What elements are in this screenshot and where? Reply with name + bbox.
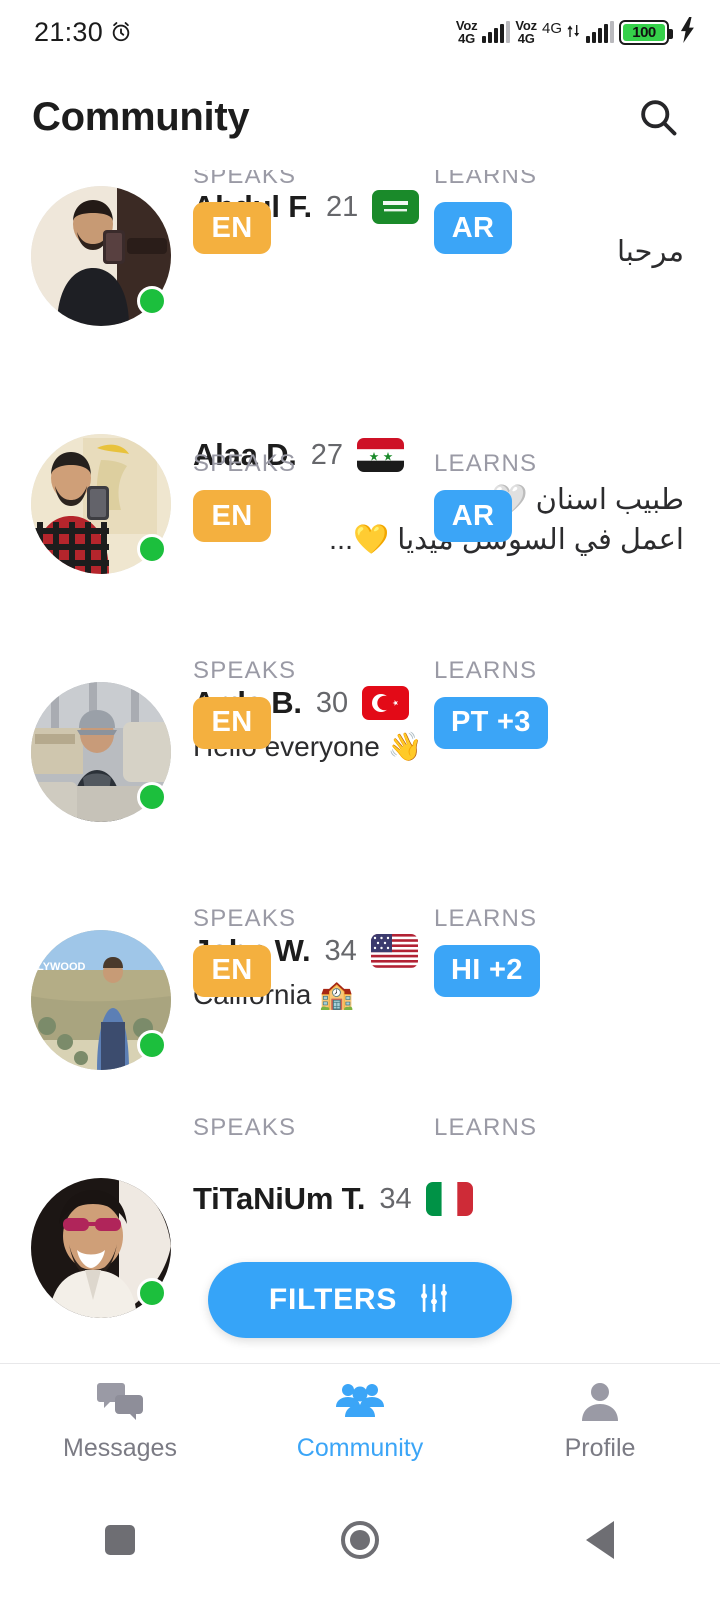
user-card[interactable]: Abdul F. 21 مرحبا SPEAKS EN — [0, 170, 720, 418]
speaks-column: SPEAKS — [193, 1114, 296, 1142]
speaks-label: SPEAKS — [193, 450, 297, 478]
avatar[interactable] — [31, 186, 171, 326]
alarm-clock-icon — [110, 21, 132, 43]
back-triangle-icon[interactable] — [570, 1510, 630, 1570]
learns-badge[interactable]: HI +2 — [434, 944, 540, 997]
online-status-dot — [137, 782, 167, 812]
sim1-voice-indicator: Voz 4G — [455, 18, 478, 46]
data-network-indicator: 4G — [542, 21, 562, 43]
user-card[interactable]: Arda B. 30 Hello everyone 👋 SPEAKS EN — [0, 657, 720, 914]
learns-column: LEARNS AR — [434, 450, 538, 543]
community-user-list[interactable]: Abdul F. 21 مرحبا SPEAKS EN — [0, 170, 720, 1403]
language-row: SPEAKS EN LEARNS PT +3 — [193, 657, 684, 767]
learns-badge[interactable]: AR — [434, 490, 512, 543]
sim2-signal-icon — [586, 21, 614, 43]
language-row: SPEAKS EN LEARNS HI +2 — [193, 905, 684, 1015]
online-status-dot — [137, 1030, 167, 1060]
speaks-column: SPEAKS EN — [193, 905, 296, 997]
language-row: SPEAKS EN LEARNS AR — [193, 450, 684, 560]
user-info: Arda B. 30 Hello everyone 👋 SPEAKS EN — [193, 657, 684, 767]
learns-badge[interactable]: AR — [434, 202, 512, 255]
learns-label: LEARNS — [434, 1114, 538, 1141]
learns-label: LEARNS — [434, 450, 538, 478]
speaks-label: SPEAKS — [193, 170, 297, 190]
home-circle-icon[interactable] — [330, 1510, 390, 1570]
recents-square-icon[interactable] — [90, 1510, 150, 1570]
search-icon[interactable] — [632, 91, 684, 143]
speaks-badge[interactable]: EN — [193, 696, 271, 749]
battery-icon: 100 — [619, 19, 673, 45]
nav-item-community[interactable]: Community — [240, 1381, 480, 1463]
person-icon — [580, 1381, 620, 1426]
app-screen: 21:30 Voz 4G Voz 4G 4G 100 Community F. … — [0, 0, 720, 1600]
chat-bubbles-icon — [97, 1381, 143, 1426]
app-header: Community — [0, 64, 720, 170]
page-title: Community — [32, 94, 250, 139]
nav-item-messages[interactable]: Messages — [0, 1381, 240, 1463]
android-navigation-bar — [0, 1480, 720, 1600]
status-time: 21:30 — [34, 16, 104, 47]
learns-column: LEARNS AR — [434, 170, 538, 255]
user-card[interactable]: Alaa D. 27 طبيب اسنان 🤍 اعمل في السوشل م… — [0, 418, 720, 666]
learns-label: LEARNS — [434, 170, 538, 190]
language-row: SPEAKS EN LEARNS AR — [193, 170, 684, 272]
nav-item-profile[interactable]: Profile — [480, 1381, 720, 1463]
battery-level-label: 100 — [632, 23, 656, 41]
nav-label-messages: Messages — [63, 1434, 177, 1462]
status-bar-left: 21:30 — [34, 17, 132, 48]
language-row: SPEAKS LEARNS — [193, 1114, 684, 1224]
speaks-column: SPEAKS EN — [193, 657, 296, 749]
sim1-signal-icon — [482, 21, 511, 43]
learns-column: LEARNS — [434, 1114, 537, 1142]
online-status-dot — [137, 286, 167, 316]
filters-button[interactable]: FILTERS — [208, 1262, 512, 1338]
speaks-column: SPEAKS EN — [193, 450, 297, 543]
user-info: Alaa D. 27 طبيب اسنان 🤍 اعمل في السوشل م… — [193, 418, 684, 560]
nav-label-profile: Profile — [564, 1434, 636, 1462]
status-bar: 21:30 Voz 4G Voz 4G 4G 100 — [0, 0, 720, 64]
data-network-label: 4G — [541, 20, 562, 37]
avatar[interactable] — [31, 1178, 171, 1318]
charging-bolt-icon — [674, 16, 696, 48]
learns-badge[interactable]: PT +3 — [434, 696, 548, 749]
bottom-navigation: Messages Community Profile — [0, 1363, 720, 1480]
filters-label: FILTERS — [268, 1283, 398, 1316]
learns-column: LEARNS PT +3 — [434, 657, 548, 749]
learns-label: LEARNS — [434, 656, 538, 684]
speaks-badge[interactable]: EN — [193, 944, 271, 997]
people-group-icon — [336, 1381, 384, 1426]
online-status-dot — [137, 1278, 167, 1308]
speaks-column: SPEAKS EN — [193, 170, 297, 255]
sliders-icon — [417, 1281, 451, 1320]
learns-label: LEARNS — [434, 904, 538, 932]
speaks-badge[interactable]: EN — [193, 490, 271, 543]
speaks-badge[interactable]: EN — [193, 202, 271, 255]
user-info: John W. 34 — [193, 905, 684, 1015]
data-transfer-arrows-icon — [567, 25, 580, 38]
speaks-label: SPEAKS — [193, 904, 297, 932]
avatar[interactable] — [31, 682, 171, 822]
sim2-voice-indicator: Voz 4G — [515, 18, 537, 46]
nav-label-community: Community — [296, 1434, 424, 1462]
user-info: Abdul F. 21 مرحبا SPEAKS EN — [193, 170, 684, 272]
speaks-label: SPEAKS — [193, 656, 297, 684]
online-status-dot — [137, 534, 167, 564]
learns-column: LEARNS HI +2 — [434, 905, 540, 997]
speaks-label: SPEAKS — [193, 1114, 297, 1141]
avatar[interactable]: LYWOOD — [31, 930, 171, 1070]
status-bar-right: Voz 4G Voz 4G 4G 100 — [455, 16, 696, 48]
svg-text:LYWOOD: LYWOOD — [37, 961, 86, 973]
user-info: TiTaNiUm T. 34 SPEAKS LEARNS — [193, 1114, 684, 1224]
avatar[interactable] — [31, 434, 171, 574]
